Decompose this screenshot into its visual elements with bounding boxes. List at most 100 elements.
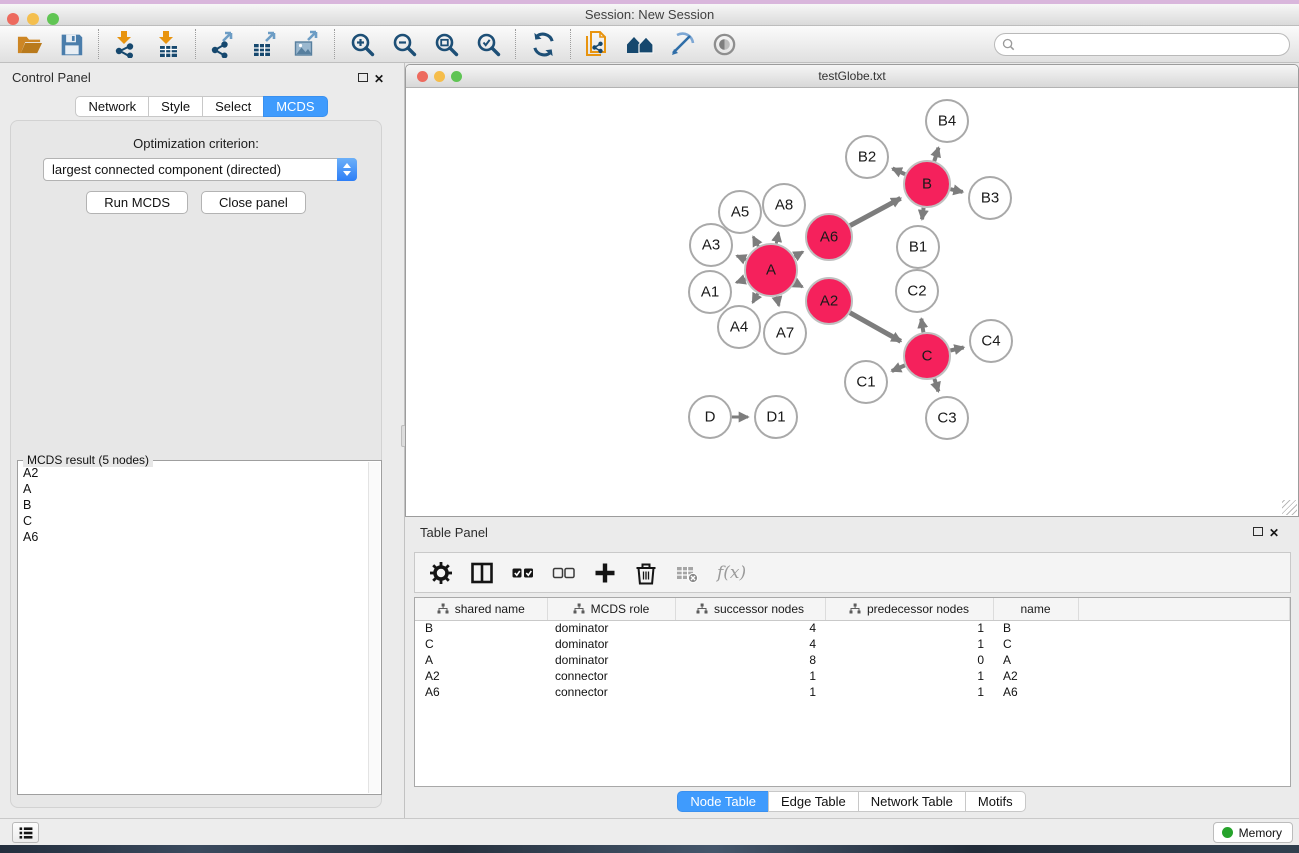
zoom-out-icon[interactable] — [383, 28, 425, 61]
table-cell[interactable]: connector — [547, 684, 675, 700]
graph-node-A8[interactable]: A8 — [763, 184, 805, 226]
table-cell[interactable]: 4 — [675, 620, 825, 636]
table-cell[interactable]: dominator — [547, 652, 675, 668]
zoom-in-icon[interactable] — [341, 28, 383, 61]
column-header-predecessor-nodes[interactable]: predecessor nodes — [825, 598, 993, 620]
table-tab-node-table[interactable]: Node Table — [677, 791, 769, 812]
control-tab-network[interactable]: Network — [75, 96, 149, 117]
minimize-network-button[interactable] — [434, 71, 445, 82]
minimize-window-button[interactable] — [27, 13, 39, 25]
resize-grip-icon[interactable] — [1282, 500, 1297, 515]
delete-table-icon[interactable] — [674, 560, 700, 586]
zoom-selected-icon[interactable] — [467, 28, 509, 61]
mcds-result-item[interactable]: C — [23, 513, 367, 529]
table-cell[interactable]: 1 — [825, 636, 993, 652]
control-tab-select[interactable]: Select — [202, 96, 264, 117]
graph-node-B[interactable]: B — [904, 161, 950, 207]
deselect-all-checkboxes-icon[interactable] — [551, 560, 577, 586]
network-canvas[interactable]: B4B2BB3A8A5A6A3B1AC2A1A2A4A7C4CC1DD1C3 — [406, 88, 1298, 516]
graph-node-A6[interactable]: A6 — [806, 214, 852, 260]
zoom-fit-icon[interactable] — [425, 28, 467, 61]
import-network-icon[interactable] — [105, 28, 147, 61]
graph-node-B4[interactable]: B4 — [926, 100, 968, 142]
table-cell[interactable]: 0 — [825, 652, 993, 668]
home-icon[interactable] — [619, 28, 661, 61]
maximize-window-button[interactable] — [47, 13, 59, 25]
table-cell[interactable]: A — [993, 652, 1078, 668]
table-row[interactable]: Adominator80A — [415, 652, 1290, 668]
close-panel-icon[interactable] — [374, 70, 388, 84]
table-cell[interactable]: 4 — [675, 636, 825, 652]
graph-node-C1[interactable]: C1 — [845, 361, 887, 403]
table-cell[interactable]: A6 — [993, 684, 1078, 700]
graph-node-B2[interactable]: B2 — [846, 136, 888, 178]
table-cell[interactable]: 1 — [675, 668, 825, 684]
table-cell[interactable]: C — [415, 636, 547, 652]
column-header-successor-nodes[interactable]: successor nodes — [675, 598, 825, 620]
graph-node-A4[interactable]: A4 — [718, 306, 760, 348]
search-input[interactable] — [1019, 35, 1289, 54]
table-cell[interactable]: dominator — [547, 620, 675, 636]
criterion-dropdown[interactable]: largest connected component (directed) — [43, 158, 357, 181]
memory-button[interactable]: Memory — [1213, 822, 1293, 843]
delete-column-icon[interactable] — [633, 560, 659, 586]
import-table-icon[interactable] — [147, 28, 189, 61]
export-network-icon[interactable] — [202, 28, 244, 61]
table-cell[interactable]: connector — [547, 668, 675, 684]
show-columns-icon[interactable] — [469, 560, 495, 586]
node-table[interactable]: shared nameMCDS rolesuccessor nodesprede… — [415, 598, 1290, 700]
control-tab-mcds[interactable]: MCDS — [263, 96, 327, 117]
table-tab-motifs[interactable]: Motifs — [965, 791, 1026, 812]
hide-graphics-details-icon[interactable] — [661, 28, 703, 61]
close-network-button[interactable] — [417, 71, 428, 82]
close-window-button[interactable] — [7, 13, 19, 25]
function-builder-icon[interactable]: f(x) — [717, 563, 746, 583]
graph-node-B1[interactable]: B1 — [897, 226, 939, 268]
graph-node-B3[interactable]: B3 — [969, 177, 1011, 219]
network-graph[interactable]: B4B2BB3A8A5A6A3B1AC2A1A2A4A7C4CC1DD1C3 — [406, 88, 1298, 516]
graph-node-A7[interactable]: A7 — [764, 312, 806, 354]
table-row[interactable]: Bdominator41B — [415, 620, 1290, 636]
graph-node-D[interactable]: D — [689, 396, 731, 438]
mcds-result-item[interactable]: A6 — [23, 529, 367, 545]
run-mcds-button[interactable]: Run MCDS — [86, 191, 188, 214]
table-row[interactable]: A2connector11A2 — [415, 668, 1290, 684]
refresh-icon[interactable] — [522, 28, 564, 61]
table-cell[interactable]: B — [993, 620, 1078, 636]
table-cell[interactable]: 1 — [675, 684, 825, 700]
graph-node-D1[interactable]: D1 — [755, 396, 797, 438]
column-header-name[interactable]: name — [993, 598, 1078, 620]
table-cell[interactable]: A6 — [415, 684, 547, 700]
settings-gear-icon[interactable] — [428, 560, 454, 586]
select-all-checkboxes-icon[interactable] — [510, 560, 536, 586]
table-cell[interactable]: A2 — [415, 668, 547, 684]
table-cell[interactable]: dominator — [547, 636, 675, 652]
graph-node-C4[interactable]: C4 — [970, 320, 1012, 362]
mcds-result-item[interactable]: A — [23, 481, 367, 497]
export-table-icon[interactable] — [244, 28, 286, 61]
table-row[interactable]: A6connector11A6 — [415, 684, 1290, 700]
table-row[interactable]: Cdominator41C — [415, 636, 1290, 652]
save-session-icon[interactable] — [50, 28, 92, 61]
mcds-result-item[interactable]: A2 — [23, 465, 367, 481]
graph-node-A1[interactable]: A1 — [689, 271, 731, 313]
export-image-icon[interactable] — [286, 28, 328, 61]
table-cell[interactable]: C — [993, 636, 1078, 652]
close-table-panel-icon[interactable] — [1269, 524, 1283, 538]
maximize-network-button[interactable] — [451, 71, 462, 82]
open-file-icon[interactable] — [8, 28, 50, 61]
graph-node-A3[interactable]: A3 — [690, 224, 732, 266]
mcds-result-list[interactable]: A2ABCA6 — [23, 465, 367, 791]
table-tab-edge-table[interactable]: Edge Table — [768, 791, 859, 812]
graph-node-A5[interactable]: A5 — [719, 191, 761, 233]
control-tab-style[interactable]: Style — [148, 96, 203, 117]
float-table-panel-icon[interactable] — [1253, 527, 1263, 536]
float-panel-icon[interactable] — [358, 73, 368, 82]
graph-node-C3[interactable]: C3 — [926, 397, 968, 439]
table-cell[interactable]: 1 — [825, 684, 993, 700]
mcds-result-item[interactable]: B — [23, 497, 367, 513]
graph-node-C2[interactable]: C2 — [896, 270, 938, 312]
table-cell[interactable]: 1 — [825, 620, 993, 636]
search-field[interactable] — [994, 33, 1290, 56]
graph-node-A2[interactable]: A2 — [806, 278, 852, 324]
